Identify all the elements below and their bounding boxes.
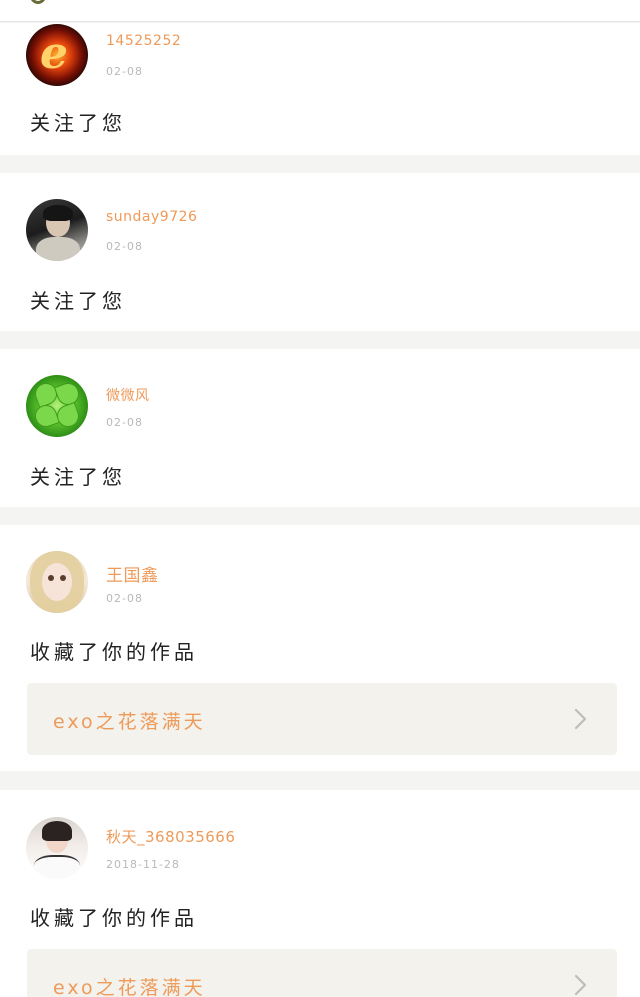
work-title: exo之花落满天 <box>53 977 206 997</box>
notification-card[interactable]: sunday9726 02-08 关注了您 <box>0 173 640 331</box>
notification-date: 02-08 <box>106 592 143 605</box>
e-letter-icon: e <box>40 28 68 79</box>
avatar-eye <box>60 575 66 581</box>
action-text: 关注了您 <box>30 465 126 489</box>
fire-e-avatar[interactable]: e <box>26 24 88 86</box>
avatar-body <box>34 855 80 879</box>
work-title: exo之花落满天 <box>53 711 206 733</box>
avatar-body <box>36 237 80 261</box>
clover-avatar[interactable] <box>26 375 88 437</box>
username-link[interactable]: 14525252 <box>106 33 181 49</box>
back-icon[interactable] <box>30 0 46 4</box>
girl-avatar[interactable] <box>26 817 88 879</box>
username-link[interactable]: sunday9726 <box>106 209 197 225</box>
username-link[interactable]: 王国鑫 <box>106 561 159 586</box>
action-text: 收藏了你的作品 <box>30 906 198 930</box>
username-link[interactable]: 微微风 <box>106 385 150 405</box>
work-link[interactable]: exo之花落满天 <box>27 683 617 755</box>
avatar-hair <box>43 205 73 221</box>
action-text: 关注了您 <box>30 289 126 313</box>
notification-card[interactable]: 王国鑫 02-08 收藏了你的作品 exo之花落满天 <box>0 525 640 771</box>
notification-card[interactable]: 微微风 02-08 关注了您 <box>0 349 640 507</box>
avatar-hair <box>42 821 72 841</box>
notification-date: 02-08 <box>106 240 143 253</box>
notification-card[interactable]: 秋天_368035666 2018-11-28 收藏了你的作品 exo之花落满天 <box>0 790 640 997</box>
chevron-right-icon <box>571 708 591 730</box>
chevron-right-icon <box>571 974 591 996</box>
action-text: 关注了您 <box>30 111 126 135</box>
notification-date: 2018-11-28 <box>106 858 180 871</box>
work-link[interactable]: exo之花落满天 <box>27 949 617 997</box>
doll-avatar[interactable] <box>26 551 88 613</box>
avatar-face <box>42 563 72 601</box>
notification-date: 02-08 <box>106 65 143 78</box>
action-text: 收藏了你的作品 <box>30 640 198 664</box>
clover-leaf-icon <box>53 401 83 431</box>
username-link[interactable]: 秋天_368035666 <box>106 826 235 847</box>
avatar-eye <box>48 575 54 581</box>
notification-card[interactable]: e 14525252 02-08 关注了您 <box>0 23 640 155</box>
notification-date: 02-08 <box>106 416 143 429</box>
portrait-avatar[interactable] <box>26 199 88 261</box>
top-bar <box>0 0 640 22</box>
